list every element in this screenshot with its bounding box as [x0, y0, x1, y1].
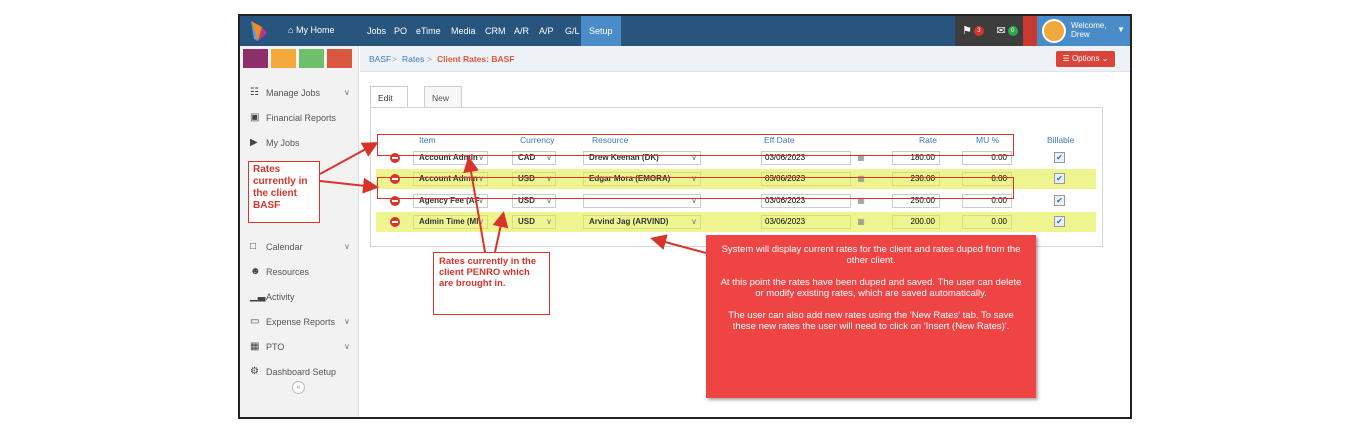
- chevron-down-icon: ∨: [478, 217, 484, 226]
- sidebar-item-dashboard-setup[interactable]: ⚙ Dashboard Setup: [240, 361, 359, 383]
- breadcrumb: BASF > Rates > Client Rates: BASF ☰ Opti…: [360, 46, 1130, 72]
- annotation-text: The user can also add new rates using th…: [728, 310, 1014, 332]
- annotation-highlight-box: [377, 177, 1014, 199]
- notifications-button[interactable]: ⚑ 3: [955, 16, 991, 46]
- chevron-down-icon: ∨: [344, 242, 350, 251]
- sidebar-item-label: My Jobs: [266, 138, 300, 148]
- theme-swatches: [240, 46, 359, 70]
- annotation-text: At this point the rates have been duped …: [720, 277, 1022, 299]
- sidebar-item-manage-jobs[interactable]: ☷ Manage Jobs ∨: [240, 82, 359, 104]
- sidebar-item-calendar[interactable]: □ Calendar ∨: [240, 236, 359, 258]
- sitemap-icon: ☷: [250, 87, 259, 98]
- mu-input[interactable]: 0.00: [962, 215, 1012, 229]
- billable-checkbox[interactable]: ✔: [1054, 195, 1065, 206]
- chevron-down-icon: ∨: [344, 88, 350, 97]
- welcome-label: Welcome,: [1071, 21, 1107, 30]
- bell-icon: ⚑: [962, 25, 972, 37]
- item-select[interactable]: Admin Time (MI ∨: [413, 215, 488, 229]
- sidebar-item-label: Expense Reports: [266, 317, 336, 327]
- currency-select[interactable]: USD ∨: [512, 215, 556, 229]
- billable-checkbox[interactable]: ✔: [1054, 216, 1065, 227]
- envelope-icon: ✉: [996, 25, 1006, 37]
- tab-edit-rates[interactable]: Edit Rates: [370, 86, 409, 125]
- breadcrumb-separator: >: [392, 54, 397, 64]
- top-navbar: ⌂ My Home Jobs PO eTime Media CRM A/R A/P G/L Se…: [240, 16, 1130, 46]
- breadcrumb-basf[interactable]: BASF: [369, 54, 391, 64]
- column-header-billable: Billable: [1047, 135, 1075, 145]
- sidebar-item-pto[interactable]: ▦ PTO ∨: [240, 336, 359, 358]
- sidebar: ☷Manage Jobs∨▣Financial Reports▶My Jobs☰…: [240, 46, 359, 417]
- user-menu[interactable]: Welcome, Drew ▼: [1037, 16, 1130, 46]
- chevron-down-icon: ∨: [344, 317, 350, 326]
- username-label: Drew: [1071, 30, 1090, 39]
- annotation-callout-penro: Rates currently in the client PENRO whic…: [433, 252, 550, 315]
- billable-checkbox[interactable]: ✔: [1054, 152, 1065, 163]
- list-icon: ☰: [1062, 54, 1070, 63]
- breadcrumb-separator: >: [427, 54, 432, 64]
- sidebar-item-label: Resources: [266, 267, 310, 277]
- table-row: Admin Time (MI ∨ USD ∨ Arvind Jag (ARVIND) ∨ 0…: [376, 212, 1096, 232]
- theme-swatch[interactable]: [327, 49, 352, 68]
- sidebar-item-label: PTO: [266, 342, 285, 352]
- sidebar-item-label: Dashboard Setup: [266, 367, 337, 377]
- calendar-icon: □: [250, 241, 257, 252]
- annotation-text: System will display current rates for th…: [721, 244, 1021, 266]
- bar-chart-icon: ▁▃: [250, 291, 266, 302]
- billable-checkbox[interactable]: ✔: [1054, 173, 1065, 184]
- nav-item-setup[interactable]: Setup: [581, 16, 621, 46]
- breadcrumb-current: Client Rates: BASF: [437, 54, 515, 64]
- chevron-down-icon: ⌄: [1101, 54, 1109, 63]
- annotation-callout-explanation: System will display current rates for th…: [706, 235, 1036, 398]
- resource-select[interactable]: Arvind Jag (ARVIND) ∨: [583, 215, 701, 229]
- folder-icon: ▶: [250, 137, 258, 148]
- caret-down-icon: ▼: [1117, 25, 1125, 34]
- nav-my-home[interactable]: ⌂ My Home: [288, 25, 334, 35]
- sidebar-item-label: Calendar: [266, 242, 303, 252]
- avatar: [1042, 19, 1066, 43]
- sidebar-item-activity[interactable]: ▁▃ Activity: [240, 286, 359, 308]
- database-button[interactable]: [1023, 16, 1037, 46]
- theme-swatch[interactable]: [299, 49, 324, 68]
- sidebar-item-label: Financial Reports: [266, 113, 337, 123]
- calendar-grid-icon: ▦: [250, 341, 260, 352]
- rate-input[interactable]: 200.00: [892, 215, 940, 229]
- options-button[interactable]: ☰ Options ⌄: [1056, 51, 1115, 67]
- cogs-icon: ⚙: [250, 366, 259, 377]
- theme-swatch[interactable]: [243, 49, 268, 68]
- sidebar-item-my-jobs[interactable]: ▶ My Jobs: [240, 132, 359, 154]
- sidebar-item-financial-reports[interactable]: ▣ Financial Reports: [240, 107, 359, 129]
- users-icon: ☻: [250, 266, 261, 277]
- tab-new-rates[interactable]: New Rates: [424, 86, 463, 125]
- calendar-icon[interactable]: ▦: [851, 215, 871, 229]
- annotation-callout-basf: Rates currently in the client BASF: [248, 161, 320, 223]
- chevron-down-icon: ∨: [546, 217, 552, 226]
- money-icon: ▭: [250, 316, 260, 327]
- annotation-highlight-box: [377, 134, 1014, 156]
- sidebar-item-expense-reports[interactable]: ▭ Expense Reports ∨: [240, 311, 359, 333]
- report-icon: ▣: [250, 112, 260, 123]
- sidebar-item-resources[interactable]: ☻ Resources: [240, 261, 359, 283]
- breadcrumb-rates[interactable]: Rates: [402, 54, 424, 64]
- delete-row-icon[interactable]: [390, 217, 400, 227]
- collapse-sidebar-button[interactable]: «: [292, 381, 305, 394]
- eff-date-input[interactable]: 03/06/2023: [761, 215, 851, 229]
- chevron-down-icon: ∨: [344, 342, 350, 351]
- messages-button[interactable]: ✉ 0: [991, 16, 1023, 46]
- home-icon: ⌂: [288, 25, 294, 35]
- app-logo-icon[interactable]: [248, 19, 270, 43]
- sidebar-item-label: Activity: [266, 292, 295, 302]
- app-window: ⌂ My Home Jobs PO eTime Media CRM A/R A/P G/L Se…: [238, 14, 1132, 419]
- sidebar-item-label: Manage Jobs: [266, 88, 321, 98]
- chevron-down-icon: ∨: [691, 217, 697, 226]
- theme-swatch[interactable]: [271, 49, 296, 68]
